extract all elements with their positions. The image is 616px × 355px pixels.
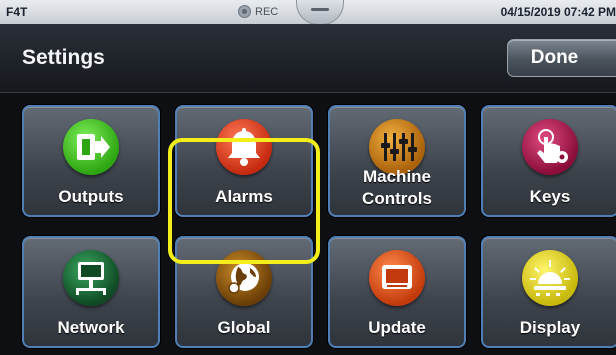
page-title: Settings [22,46,105,69]
highlight-ring [168,138,320,264]
device-name: F4T [6,5,28,19]
tile-display[interactable]: Display [481,236,616,348]
tile-network[interactable]: Network [22,236,160,348]
tile-label: Keys [529,187,571,206]
tile-outputs[interactable]: Outputs [22,105,160,217]
status-bar: F4T REC 04/15/2019 07:42 PM [0,0,616,25]
tile-update[interactable]: Update [328,236,466,348]
tile-keys[interactable]: Keys [481,105,616,217]
record-icon [238,5,251,18]
record-indicator[interactable]: REC [238,5,278,18]
touch-key-icon [522,119,578,175]
tile-label: Display [519,318,581,337]
header: Settings Done [0,24,616,93]
tile-label: Network [57,318,125,337]
tile-machine-controls[interactable]: Machine Controls [328,105,466,217]
tile-label: Machine Controls [362,167,432,208]
update-icon [369,250,425,306]
outputs-icon [63,119,119,175]
tile-label: Global [217,318,271,337]
datetime: 04/15/2019 07:42 PM [500,5,616,19]
display-icon [522,250,578,306]
record-label: REC [255,5,279,18]
network-icon [63,250,119,306]
tile-label: Outputs [58,187,124,206]
done-button[interactable]: Done [507,39,616,77]
tile-label: Update [368,318,426,337]
pull-down-tab[interactable] [296,0,344,25]
